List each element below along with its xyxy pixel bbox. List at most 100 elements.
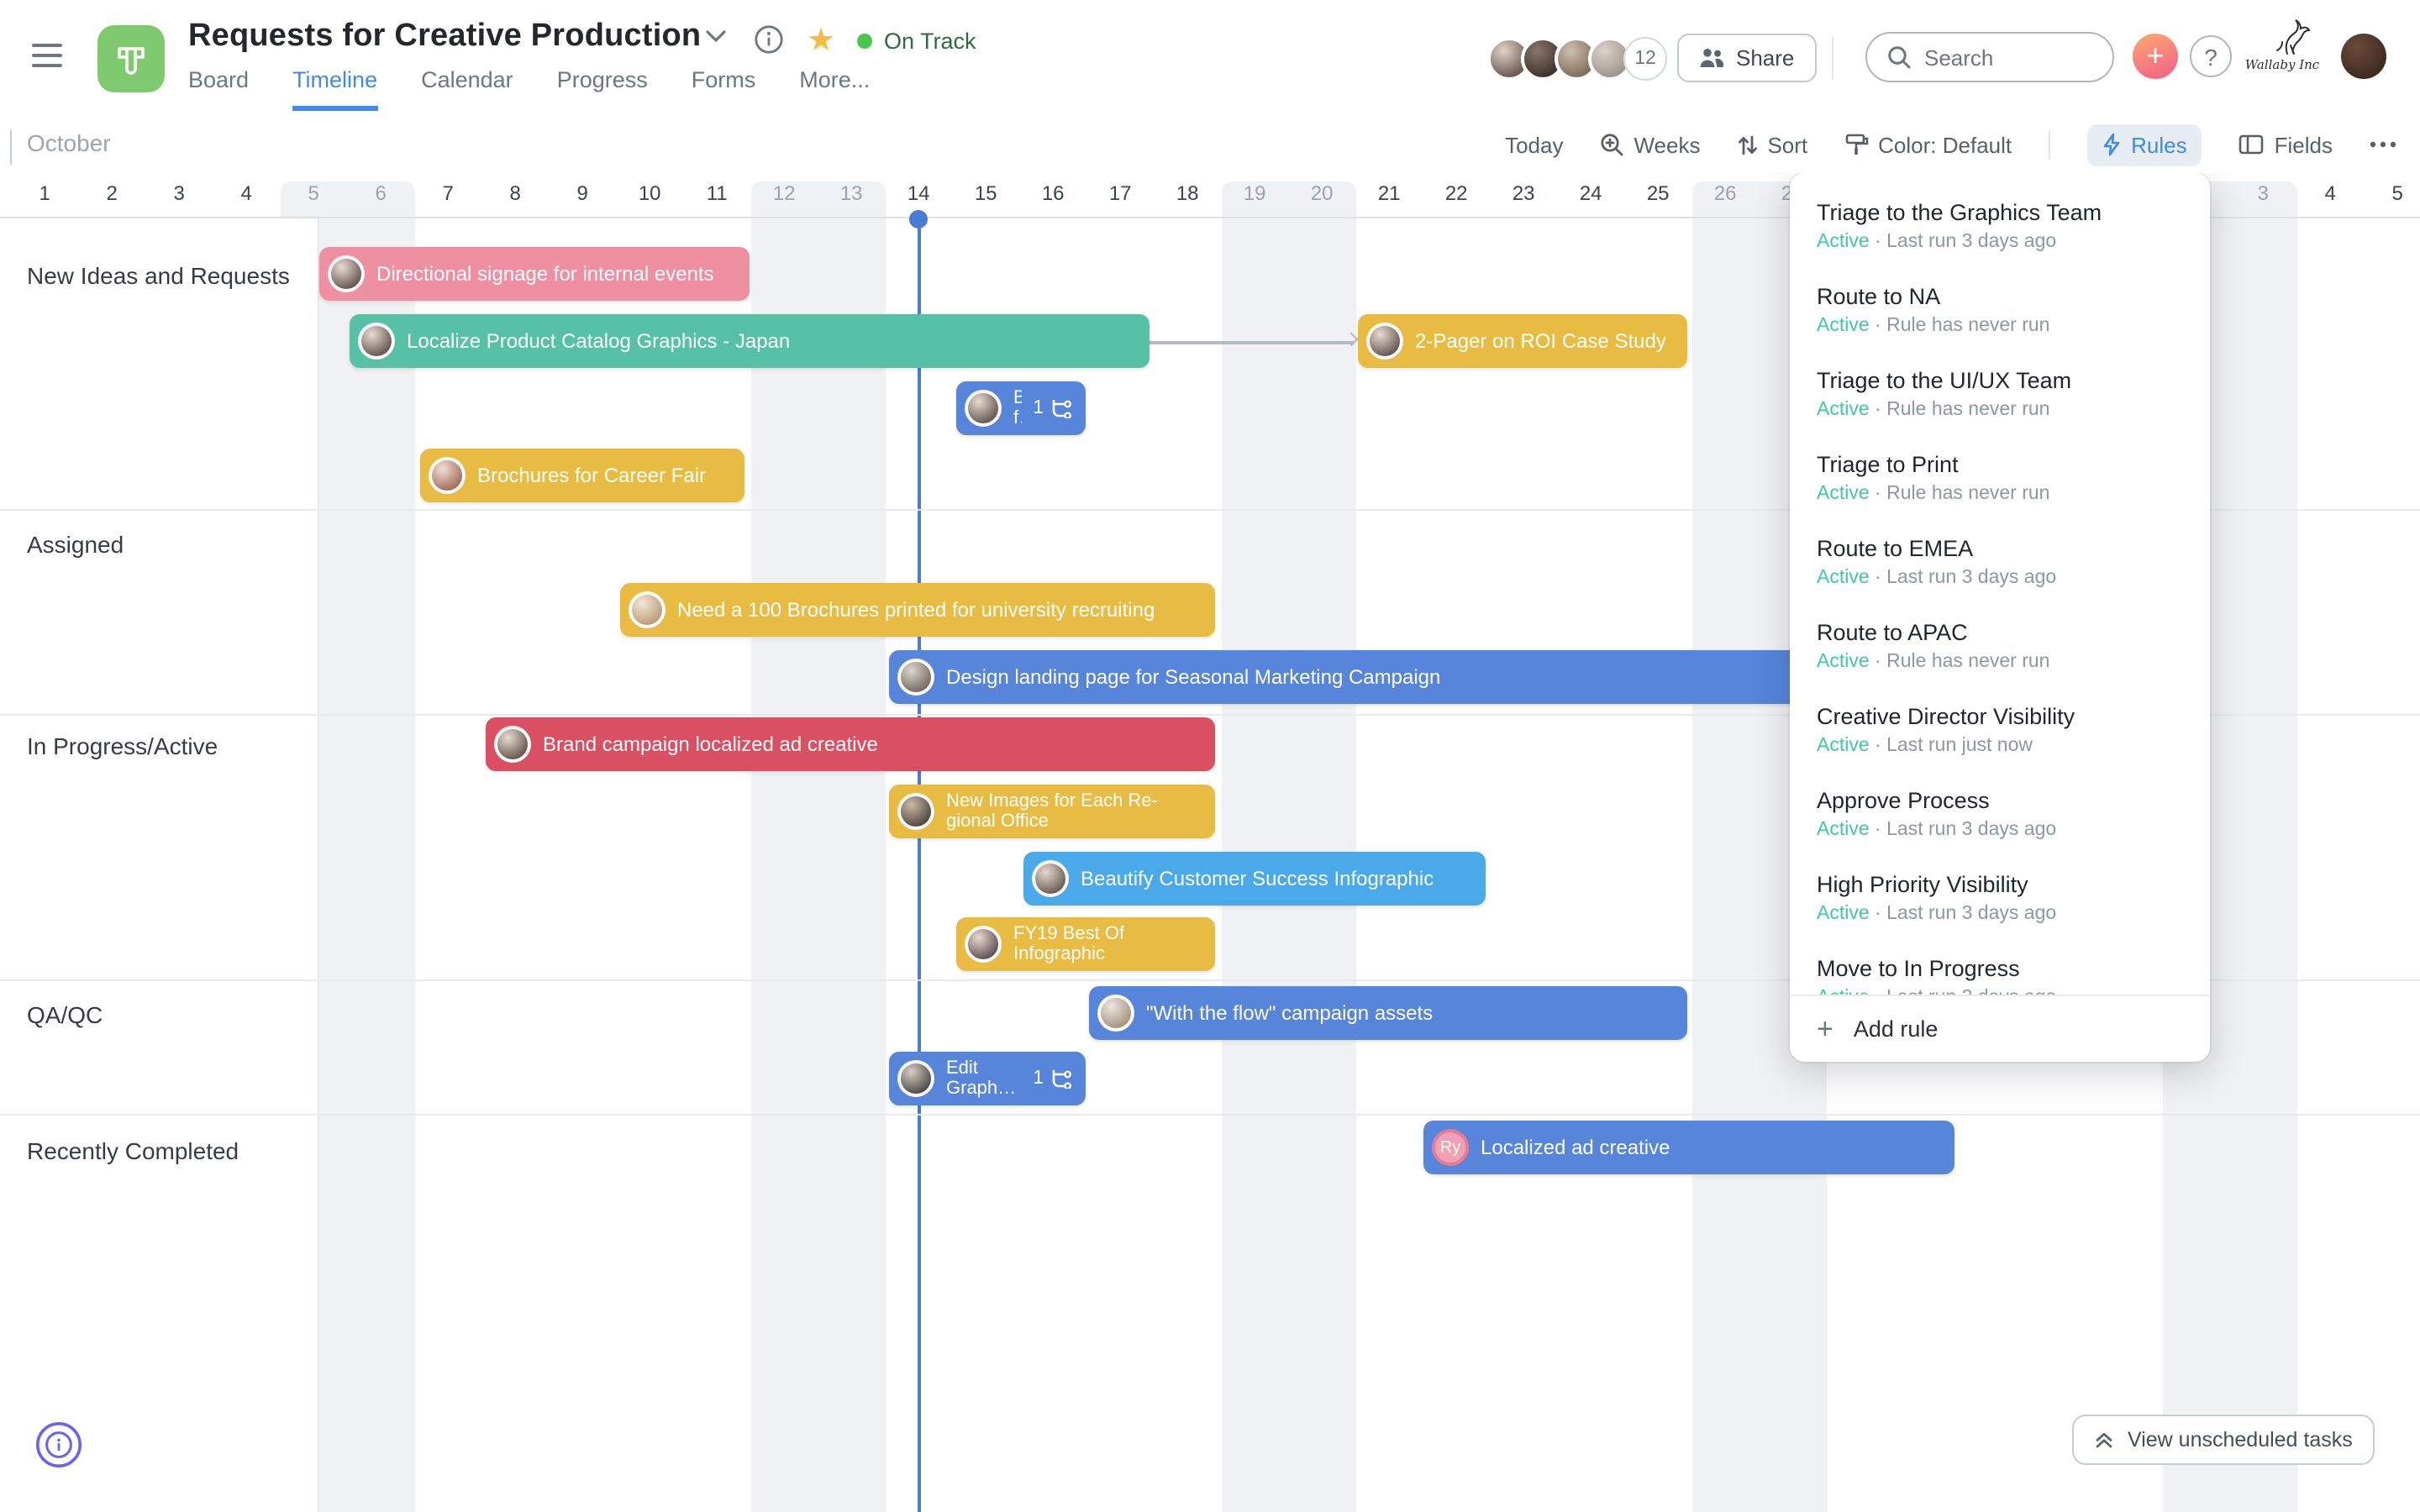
sort-button[interactable]: Sort — [1737, 132, 1807, 157]
dependency-connector — [1150, 332, 1359, 347]
task-bar[interactable]: Design landing page for Seasonal Marketi… — [889, 650, 1892, 704]
assignee-avatar — [897, 1060, 934, 1097]
task-label: Bf… — [1013, 387, 1021, 428]
date-cell: 10 — [638, 181, 661, 205]
fields-button[interactable]: Fields — [2239, 132, 2333, 157]
date-cell: 15 — [974, 181, 997, 205]
task-bar[interactable]: Localize Product Catalog Graphics - Japa… — [350, 314, 1150, 368]
date-cell: 6 — [375, 181, 387, 205]
view-tabs: Board Timeline Calendar Progress Forms More..… — [188, 67, 870, 111]
create-button[interactable]: + — [2133, 34, 2178, 79]
task-label: New Images for Each Re-gional Office — [946, 790, 1158, 832]
rule-item[interactable]: Move to In Progress Active · Last run 3 d… — [1790, 946, 2210, 995]
rule-last-run: Rule has never run — [1886, 652, 2050, 672]
search-input[interactable]: Search — [1865, 32, 2114, 82]
project-info-icon[interactable] — [755, 25, 783, 54]
tab-calendar[interactable]: Calendar — [421, 67, 513, 111]
hamburger-menu-icon[interactable] — [32, 44, 62, 71]
task-bar[interactable]: New Images for Each Re-gional Office — [889, 785, 1215, 838]
color-button[interactable]: Color: Default — [1844, 132, 2012, 157]
page-title[interactable]: Requests for Creative Production — [188, 18, 701, 55]
rule-item[interactable]: Approve Process Active · Last run 3 days … — [1790, 778, 2210, 862]
status-dot-icon — [857, 34, 872, 49]
help-button[interactable]: ? — [2190, 35, 2232, 77]
toolbar-divider — [2049, 130, 2051, 159]
add-rule-button[interactable]: + Add rule — [1790, 995, 2210, 1062]
people-icon — [1700, 49, 1724, 67]
task-bar[interactable]: Edit Graph… 1 — [889, 1052, 1086, 1105]
title-chevron-down-icon[interactable] — [706, 30, 726, 44]
tab-more[interactable]: More... — [799, 67, 870, 111]
rule-status: Active · Last run 3 days ago — [1817, 232, 2057, 252]
tab-progress[interactable]: Progress — [557, 67, 648, 111]
rule-item[interactable]: Triage to Print Active · Rule has never r… — [1790, 442, 2210, 526]
rule-status: Active · Rule has never run — [1817, 400, 2050, 420]
task-label: Need a 100 Brochures printed for univers… — [677, 598, 1155, 622]
rule-last-run: Last run 3 days ago — [1886, 232, 2057, 252]
assignee-avatar — [1032, 860, 1069, 897]
project-icon[interactable] — [97, 25, 165, 92]
today-button[interactable]: Today — [1505, 132, 1563, 157]
today-line — [917, 218, 921, 1512]
more-options-button[interactable] — [2370, 141, 2396, 148]
zoom-icon — [1601, 134, 1623, 156]
task-bar[interactable]: Directional signage for internal events — [319, 247, 750, 301]
tab-forms[interactable]: Forms — [692, 67, 756, 111]
search-placeholder: Search — [1924, 45, 1994, 70]
date-cell: 16 — [1041, 181, 1065, 205]
rule-item[interactable]: Triage to the UI/UX Team Active · Rule ha… — [1790, 358, 2210, 442]
rule-active-label: Active — [1817, 904, 1870, 924]
rule-item[interactable]: Route to NA Active · Rule has never run — [1790, 274, 2210, 358]
coach-info-button[interactable] — [35, 1421, 82, 1468]
tab-timeline[interactable]: Timeline — [292, 67, 378, 111]
rule-item[interactable]: High Priority Visibility Active · Last ru… — [1790, 862, 2210, 946]
date-cell: 26 — [1713, 181, 1737, 205]
rule-item[interactable]: Route to EMEA Active · Last run 3 days ag… — [1790, 526, 2210, 610]
favorite-star-icon[interactable]: ★ — [807, 22, 835, 60]
date-cell: 17 — [1108, 181, 1132, 205]
rule-title: Route to NA — [1817, 284, 1941, 309]
task-bar[interactable]: FY19 Best Of Infographic — [956, 917, 1215, 971]
assignee-avatar — [965, 390, 1002, 427]
date-cell: 13 — [839, 181, 863, 205]
assignee-avatar — [897, 793, 934, 830]
task-bar[interactable]: "With the flow" campaign assets — [1089, 986, 1687, 1040]
rule-item[interactable]: Creative Director Visibility Active · Las… — [1790, 694, 2210, 778]
task-label: Design landing page for Seasonal Marketi… — [946, 665, 1441, 689]
task-label: Beautify Customer Success Infographic — [1081, 867, 1434, 890]
weeks-label: Weeks — [1634, 132, 1701, 157]
board-glyph-icon — [118, 47, 145, 75]
tab-board[interactable]: Board — [188, 67, 249, 111]
rule-active-label: Active — [1817, 484, 1870, 504]
top-bar: Requests for Creative Production ★ On Tr… — [0, 0, 2420, 116]
share-button[interactable]: Share — [1677, 34, 1817, 82]
app-window: New Ideas and Requests Assigned In Progres… — [0, 0, 2420, 1512]
rules-button[interactable]: Rules — [2087, 123, 2202, 165]
search-icon — [1888, 46, 1911, 69]
task-bar[interactable]: Ry Localized ad creative — [1423, 1121, 1954, 1174]
date-cell: 4 — [240, 181, 252, 205]
user-avatar[interactable] — [2341, 34, 2386, 79]
assignee-avatar — [897, 659, 934, 696]
subtask-count: 1 — [1033, 398, 1072, 418]
task-bar[interactable]: Brand campaign localized ad creative — [486, 717, 1215, 771]
rule-item[interactable]: Triage to the Graphics Team Active · Last… — [1790, 190, 2210, 274]
rule-item[interactable]: Route to APAC Active · Rule has never run — [1790, 610, 2210, 694]
task-bar[interactable]: Brochures for Career Fair — [420, 449, 744, 502]
member-overflow-count[interactable]: 12 — [1623, 37, 1667, 81]
section-label: QA/QC — [27, 1001, 103, 1028]
date-cell: 21 — [1377, 181, 1401, 205]
add-rule-label: Add rule — [1853, 1016, 1939, 1042]
view-unscheduled-tasks-button[interactable]: View unscheduled tasks — [2072, 1415, 2375, 1465]
task-bar[interactable]: Need a 100 Brochures printed for univers… — [620, 583, 1215, 637]
task-label: Localize Product Catalog Graphics - Japa… — [407, 329, 791, 353]
zoom-weeks-button[interactable]: Weeks — [1600, 132, 1700, 157]
rules-list: Triage to the Graphics Team Active · Last… — [1790, 173, 2210, 995]
task-label: Brand campaign localized ad creative — [543, 732, 878, 756]
task-bar[interactable]: Beautify Customer Success Infographic — [1023, 852, 1486, 906]
task-bar[interactable]: 2-Pager on ROI Case Study — [1358, 314, 1687, 368]
date-cell: 11 — [706, 181, 728, 205]
date-cell: 24 — [1579, 181, 1602, 205]
color-label: Color: Default — [1878, 132, 2012, 157]
task-bar[interactable]: Bf… 1 — [956, 381, 1086, 435]
